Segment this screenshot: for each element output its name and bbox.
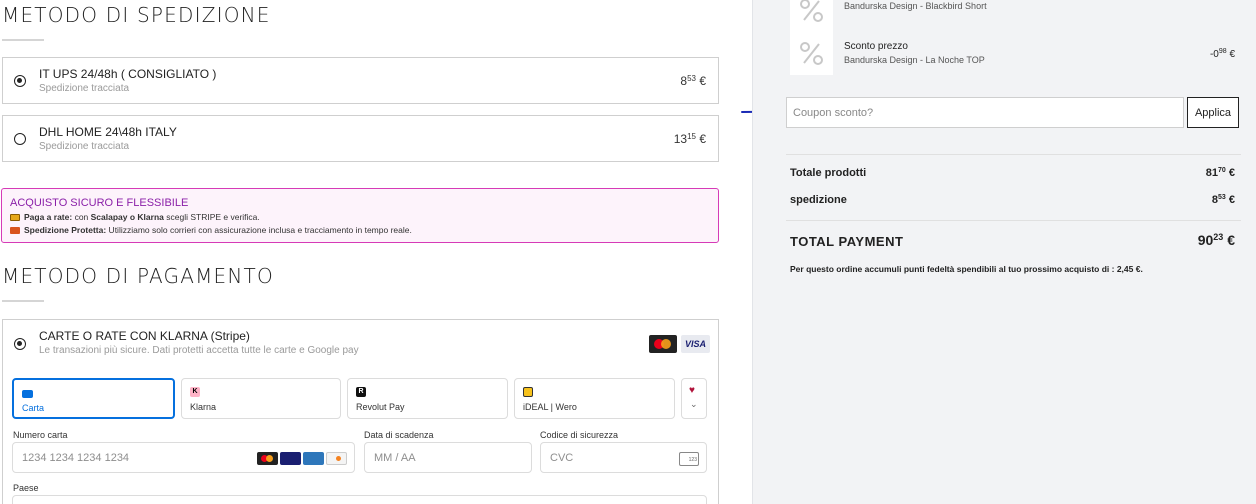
visa-icon bbox=[280, 452, 301, 465]
more-methods-button[interactable]: ♥ ⌄ bbox=[681, 378, 707, 419]
secure-notice-shipping: Spedizione Protetta: Utilizziamo solo co… bbox=[10, 225, 412, 235]
secure-purchase-notice: ACQUISTO SICURO E FLESSIBILE Paga a rate… bbox=[1, 188, 719, 243]
ideal-icon bbox=[523, 387, 533, 397]
tab-card[interactable]: Carta bbox=[12, 378, 175, 419]
discount-product: Bandurska Design - La Noche TOP bbox=[844, 55, 985, 65]
tab-label: iDEAL | Wero bbox=[523, 402, 577, 412]
secure-notice-installments: Paga a rate: con Scalapay o Klarna scegl… bbox=[10, 212, 260, 222]
expiry-label: Data di scadenza bbox=[364, 430, 434, 440]
shipping-option-dhl[interactable]: DHL HOME 24\48h ITALY Spedizione traccia… bbox=[2, 115, 719, 162]
shipping-option-sub: Spedizione tracciata bbox=[39, 83, 130, 94]
klarna-icon: K bbox=[190, 387, 200, 397]
loyalty-points-note: Per questo ordine accumuli punti fedeltà… bbox=[790, 264, 1143, 274]
cvc-field[interactable]: 123 bbox=[540, 442, 707, 473]
discount-product: Bandurska Design - Blackbird Short bbox=[844, 1, 987, 11]
heart-icon: ♥ bbox=[689, 385, 695, 396]
truck-icon bbox=[10, 227, 20, 234]
radio-selected[interactable] bbox=[14, 75, 26, 87]
card-number-label: Numero carta bbox=[13, 430, 68, 440]
products-total-label: Totale prodotti bbox=[790, 167, 867, 179]
discount-value: -098 € bbox=[1209, 48, 1235, 60]
tab-label: Carta bbox=[22, 403, 45, 413]
percent-icon bbox=[790, 32, 833, 75]
expiry-input[interactable] bbox=[365, 443, 531, 472]
tab-label: Revolut Pay bbox=[356, 402, 405, 412]
title-divider bbox=[2, 39, 44, 41]
discount-line: Sconto prezzo Bandurska Design - La Noch… bbox=[790, 32, 1240, 75]
shipping-option-name: IT UPS 24/48h ( CONSIGLIATO ) bbox=[39, 67, 217, 81]
checkout-main: METODO DI SPEDIZIONE IT UPS 24/48h ( CON… bbox=[0, 0, 752, 504]
total-payment-value: 9023 € bbox=[1197, 232, 1235, 248]
tab-revolut[interactable]: R Revolut Pay bbox=[347, 378, 508, 419]
radio-selected[interactable] bbox=[14, 338, 26, 350]
title-divider bbox=[2, 300, 44, 302]
secure-notice-title: ACQUISTO SICURO E FLESSIBILE bbox=[10, 197, 189, 209]
cvc-label: Codice di sicurezza bbox=[540, 430, 619, 440]
country-label: Paese bbox=[13, 483, 39, 493]
coupon-field[interactable] bbox=[786, 97, 1184, 128]
divider bbox=[786, 154, 1241, 155]
payment-title: METODO DI PAGAMENTO bbox=[2, 264, 274, 288]
coupon-input[interactable] bbox=[787, 98, 1183, 127]
divider bbox=[786, 220, 1241, 221]
radio-unselected[interactable] bbox=[14, 133, 26, 145]
amex-icon bbox=[303, 452, 324, 465]
revolut-icon: R bbox=[356, 387, 366, 397]
payment-method-name: CARTE O RATE CON KLARNA (Stripe) bbox=[39, 329, 250, 343]
discount-name: Sconto prezzo bbox=[844, 41, 908, 52]
cvc-card-icon: 123 bbox=[679, 452, 699, 466]
country-select[interactable] bbox=[12, 495, 707, 504]
shipping-cost-value: 853 € bbox=[1211, 194, 1235, 206]
percent-icon bbox=[790, 0, 833, 32]
credit-card-icon bbox=[22, 390, 33, 398]
shipping-option-price: 1315 € bbox=[673, 132, 706, 146]
discover-icon bbox=[326, 452, 347, 465]
tab-ideal[interactable]: iDEAL | Wero bbox=[514, 378, 675, 419]
products-total-value: 8170 € bbox=[1205, 167, 1235, 179]
discount-line: Bandurska Design - Blackbird Short bbox=[790, 0, 1240, 32]
tab-label: Klarna bbox=[190, 402, 217, 412]
credit-card-icon bbox=[10, 214, 20, 221]
order-summary-panel bbox=[752, 0, 1256, 504]
tab-klarna[interactable]: K Klarna bbox=[181, 378, 341, 419]
mastercard-icon bbox=[257, 452, 278, 465]
shipping-cost-label: spedizione bbox=[790, 194, 847, 206]
card-number-field[interactable] bbox=[12, 442, 355, 473]
shipping-option-name: DHL HOME 24\48h ITALY bbox=[39, 125, 177, 139]
total-payment-label: TOTAL PAYMENT bbox=[790, 234, 904, 249]
expiry-field[interactable] bbox=[364, 442, 532, 473]
visa-icon: VISA bbox=[681, 335, 710, 353]
shipping-option-ups[interactable]: IT UPS 24/48h ( CONSIGLIATO ) Spedizione… bbox=[2, 57, 719, 104]
shipping-title: METODO DI SPEDIZIONE bbox=[2, 3, 271, 27]
shipping-option-price: 853 € bbox=[680, 74, 706, 88]
mastercard-icon bbox=[649, 335, 677, 353]
chevron-down-icon: ⌄ bbox=[690, 399, 698, 409]
apply-coupon-button[interactable]: Applica bbox=[1187, 97, 1239, 128]
shipping-option-sub: Spedizione tracciata bbox=[39, 141, 130, 152]
payment-method-sub: Le transazioni più sicure. Dati protetti… bbox=[39, 345, 359, 356]
